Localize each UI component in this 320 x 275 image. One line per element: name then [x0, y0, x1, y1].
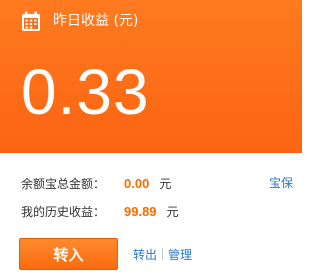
history-earnings-label: 我的历史收益： — [21, 204, 106, 219]
secondary-actions: 转出 管理 — [133, 245, 192, 263]
calendar-icon — [22, 11, 40, 31]
total-balance-row: 余额宝总金额： 0.00 元 — [21, 173, 171, 193]
earnings-title: 昨日收益 (元) — [53, 13, 139, 29]
product-link[interactable]: 宝保 — [269, 173, 293, 193]
transfer-out-link[interactable]: 转出 — [133, 246, 157, 263]
total-balance-value: 0.00 — [124, 175, 150, 191]
total-balance-label: 余额宝总金额： — [21, 176, 106, 191]
history-earnings-value: 99.89 — [124, 203, 157, 219]
transfer-in-button[interactable]: 转入 — [19, 238, 118, 270]
total-balance-unit: 元 — [159, 176, 172, 191]
action-divider — [162, 248, 164, 260]
history-earnings-unit: 元 — [166, 204, 179, 219]
yesterday-earnings-value: 0.33 — [21, 56, 150, 128]
history-earnings-row: 我的历史收益： 99.89 元 — [21, 201, 179, 221]
earnings-header: 昨日收益 (元) 0.33 — [0, 0, 302, 153]
manage-link[interactable]: 管理 — [168, 246, 192, 263]
yuebao-earnings-card: 昨日收益 (元) 0.33 余额宝总金额： 0.00 元 宝保 我的历史收益： … — [0, 0, 302, 275]
